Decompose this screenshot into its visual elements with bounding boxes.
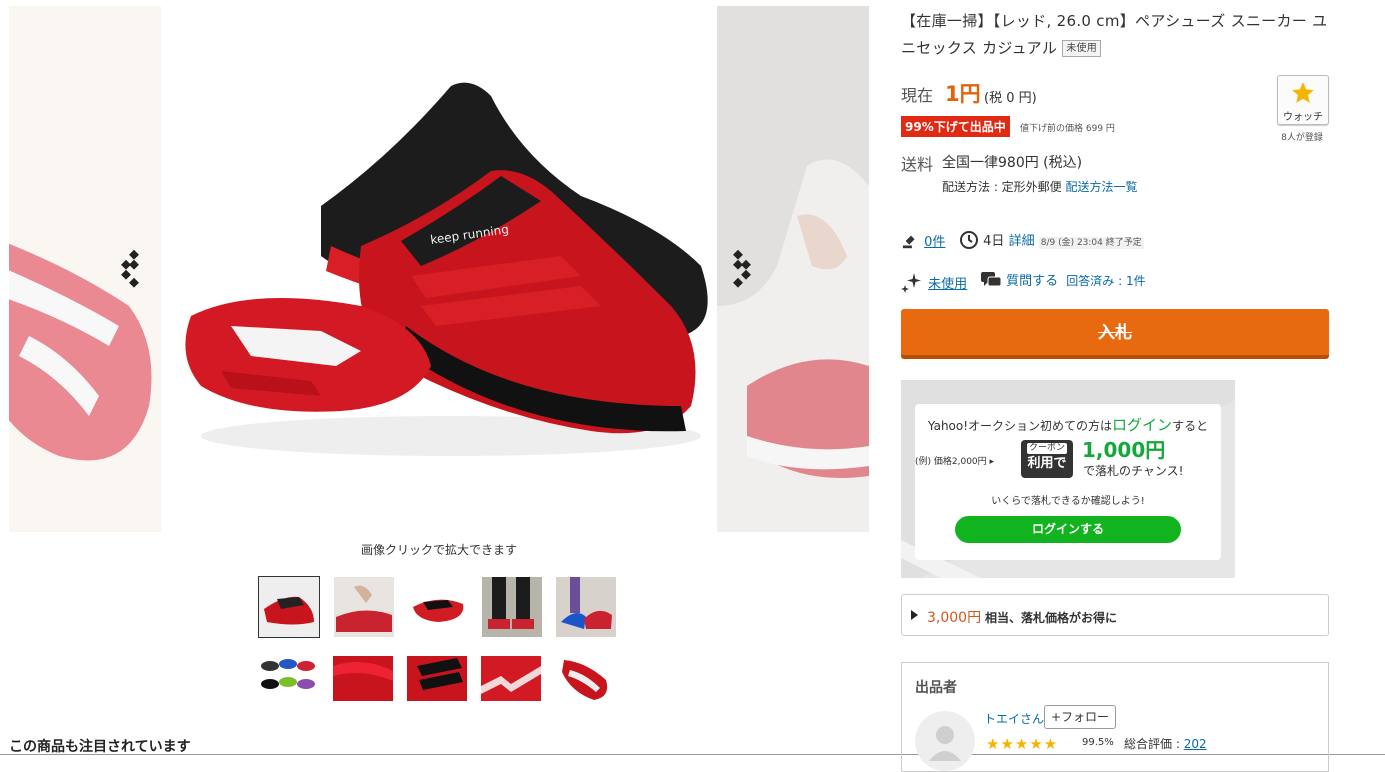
- zoom-caption: 画像クリックで拡大できます: [360, 543, 517, 557]
- total-rating: 総合評価 : 202: [1124, 735, 1207, 752]
- seller-name-link[interactable]: トエイさん: [984, 710, 1044, 727]
- thumbnail[interactable]: [258, 652, 318, 712]
- condition-row: 未使用: [900, 270, 967, 294]
- watch-button[interactable]: ウォッチ: [1277, 75, 1329, 125]
- thumbnail[interactable]: [482, 577, 542, 637]
- coupon-top: クーポン: [1027, 443, 1067, 454]
- next-image-arrow[interactable]: [729, 249, 759, 289]
- watch-label: ウォッチ: [1283, 112, 1323, 123]
- promo-regular-price-text: (例) 価格2,000円: [915, 457, 987, 467]
- prev-image-arrow[interactable]: [119, 249, 149, 289]
- savings-amount: 3,000円: [927, 610, 982, 626]
- discount-badge: 99%下げて出品中: [901, 116, 1010, 137]
- follow-button[interactable]: +フォロー: [1044, 705, 1116, 729]
- promo-card: Yahoo!オークション初めての方はログインすると (例) 価格2,000円 ▸…: [915, 404, 1221, 560]
- image-gallery: keep running: [9, 6, 869, 532]
- promo-regular-price: (例) 価格2,000円 ▸: [915, 457, 995, 467]
- rating-stars: ★★★★★: [986, 735, 1059, 753]
- thumbnail[interactable]: [334, 577, 394, 637]
- stats-row: 0件: [902, 231, 945, 250]
- rating-percent: 99.5%: [1082, 737, 1114, 748]
- answered-link[interactable]: 回答済み : 1件: [1066, 274, 1145, 288]
- thumbnail[interactable]: [556, 577, 616, 637]
- shipping-label: 送料: [901, 155, 934, 174]
- coupon-badge: クーポン 利用で: [1021, 440, 1073, 478]
- thumbnail[interactable]: [258, 576, 320, 638]
- user-icon: [929, 726, 961, 761]
- promo-login-link[interactable]: ログイン: [1112, 416, 1172, 434]
- promo-banner: Yahoo!オークション初めての方はログインすると (例) 価格2,000円 ▸…: [901, 380, 1235, 578]
- watch-count: 8人が登録: [1281, 133, 1323, 143]
- end-time: 8/9 (金) 23:04 終了予定: [1038, 237, 1144, 249]
- shipping-value: 全国一律980円 (税込): [942, 155, 1083, 171]
- promo-check: いくらで落札できるか確認しよう!: [991, 496, 1145, 507]
- thumbnail[interactable]: [481, 656, 541, 716]
- total-rating-link[interactable]: 202: [1184, 737, 1207, 751]
- item-title-text: 【在庫一掃】【レッド, 26.0 cm】ペアシューズ スニーカー ユニセックス …: [901, 12, 1328, 57]
- question-row: 質問する 回答済み : 1件: [980, 270, 1146, 290]
- thumbnail[interactable]: [333, 656, 393, 716]
- promo-headline: Yahoo!オークション初めての方はログインすると: [915, 414, 1221, 435]
- thumbnail[interactable]: [556, 652, 616, 712]
- star-icon: [1292, 82, 1314, 103]
- sparkle-icon: [901, 273, 921, 293]
- thumbnail[interactable]: [407, 656, 467, 716]
- savings-expander[interactable]: 3,000円 相当、落札価格がお得に: [901, 594, 1329, 636]
- total-rating-label: 総合評価 :: [1124, 737, 1184, 751]
- coupon-bottom: 利用で: [1027, 456, 1067, 471]
- promo-text: Yahoo!オークション初めての方は: [927, 419, 1113, 433]
- chat-icon: [981, 272, 1002, 287]
- shipping-method: 配送方法 : 定形外郵便 配送方法一覧: [942, 178, 1138, 195]
- item-title: 【在庫一掃】【レッド, 26.0 cm】ペアシューズ スニーカー ユニセックス …: [901, 8, 1331, 62]
- shipping-method-label: 配送方法 : 定形外郵便: [942, 180, 1062, 194]
- price-label: 現在: [901, 86, 934, 105]
- promo-amount: 1,000円: [1082, 438, 1166, 462]
- ask-question-link[interactable]: 質問する: [1006, 274, 1058, 289]
- bid-button[interactable]: 入札: [901, 309, 1329, 359]
- seller-heading: 出品者: [915, 680, 957, 696]
- remaining-days: 4日: [983, 234, 1005, 249]
- login-button[interactable]: ログインする: [955, 516, 1181, 543]
- also-viewed-heading: この商品も注目されています: [9, 739, 191, 755]
- thumbnail[interactable]: [408, 582, 468, 642]
- expand-triangle-icon: [911, 610, 918, 620]
- detail-link[interactable]: 詳細: [1009, 234, 1035, 249]
- shipping-methods-link[interactable]: 配送方法一覧: [1066, 180, 1138, 194]
- current-price: 1円: [945, 82, 981, 106]
- savings-text: 相当、落札価格がお得に: [985, 611, 1118, 625]
- condition-link[interactable]: 未使用: [928, 277, 967, 292]
- gavel-icon: [902, 235, 915, 249]
- seller-panel: 出品者 トエイさん +フォロー ★★★★★ 99.5% 総合評価 : 202: [901, 662, 1329, 772]
- promo-chance: で落札のチャンス!: [1083, 464, 1184, 478]
- original-price: 値下げ前の価格 699 円: [1020, 124, 1115, 134]
- clock-icon: [960, 231, 978, 249]
- promo-text: すると: [1172, 419, 1209, 433]
- condition-badge: 未使用: [1062, 40, 1102, 57]
- time-remaining: 4日 詳細 8/9 (金) 23:04 終了予定: [959, 230, 1144, 250]
- price-tax: (税 0 円): [984, 91, 1037, 106]
- main-product-image[interactable]: keep running: [161, 6, 717, 532]
- bid-count-link[interactable]: 0件: [924, 235, 945, 250]
- bid-button-label: 入札: [1098, 323, 1132, 343]
- avatar[interactable]: [915, 711, 975, 771]
